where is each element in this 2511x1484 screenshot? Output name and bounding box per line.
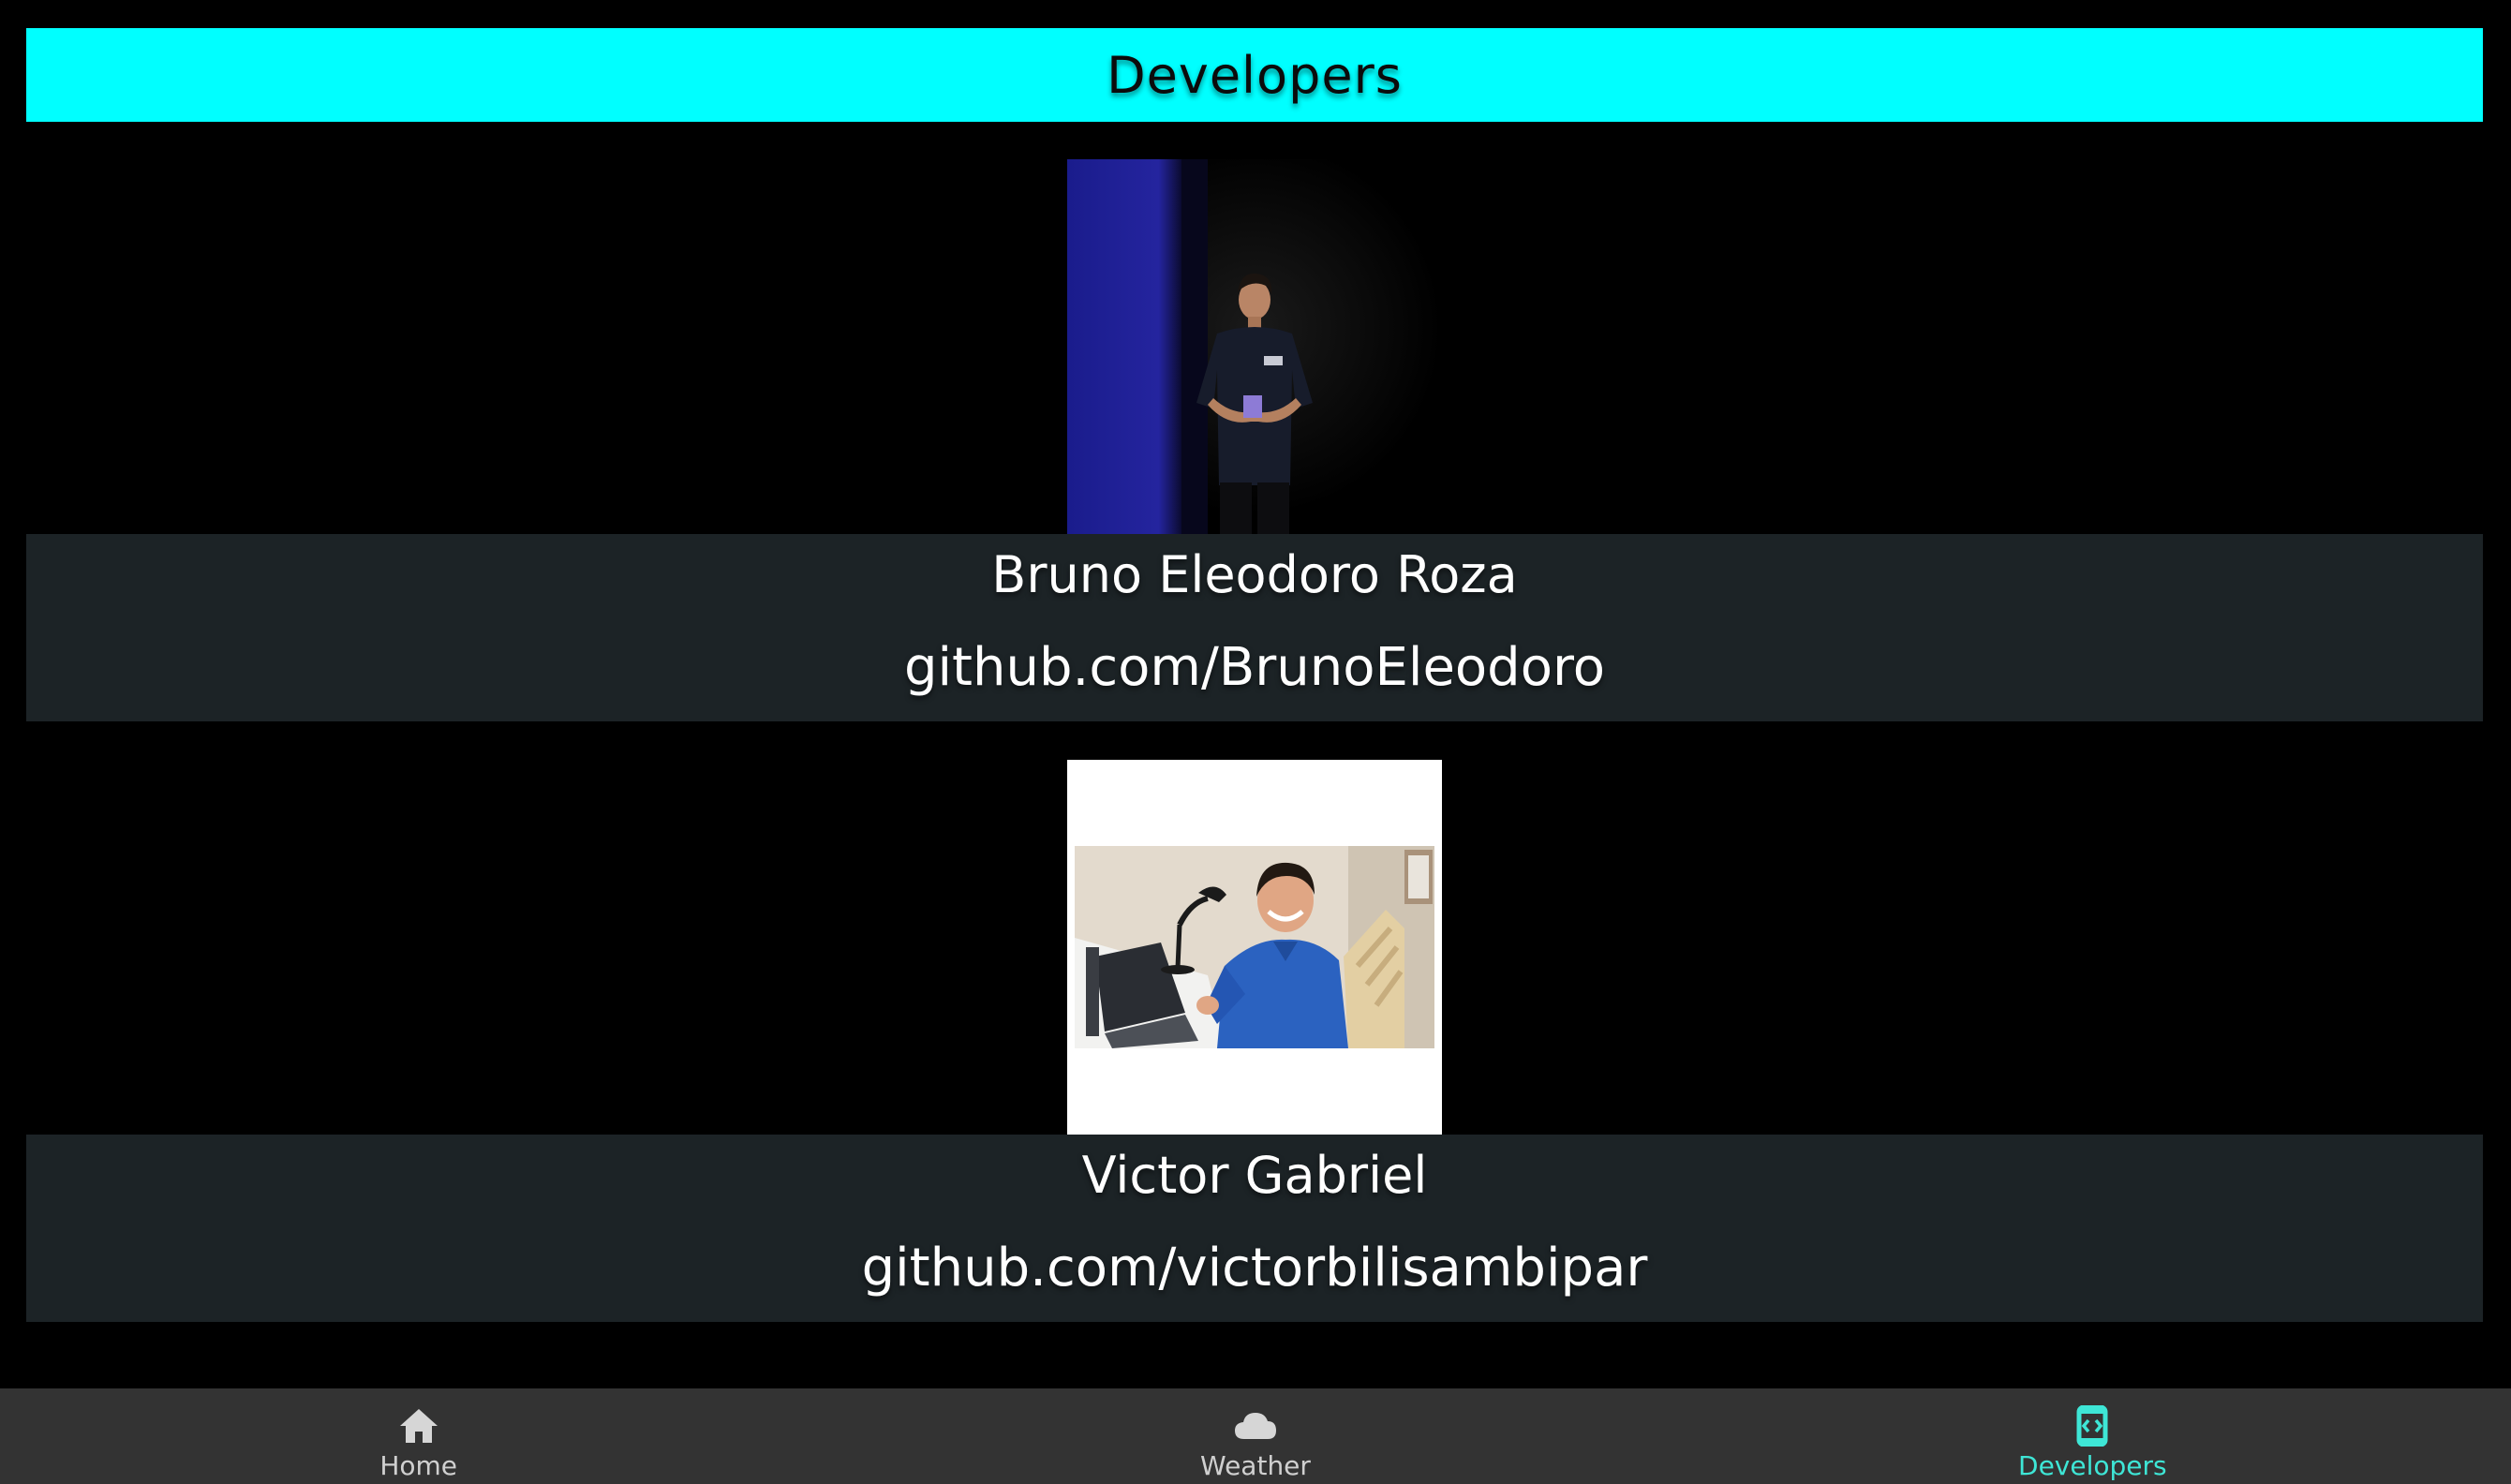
home-icon [399,1409,438,1443]
page-title: Developers [1107,45,1403,105]
tab-developers-label: Developers [2018,1450,2167,1481]
bottom-navigation: Home Weather Developers [0,1388,2511,1484]
tab-developers[interactable]: Developers [1674,1388,2511,1484]
cloud-icon [1234,1413,1276,1439]
header-bar: Developers [26,28,2483,122]
developer-github-link[interactable]: github.com/BrunoEleodoro [26,637,2483,698]
tab-weather-label: Weather [1200,1450,1311,1481]
desk-portrait-photo [1067,760,1442,1135]
tab-home[interactable]: Home [0,1388,837,1484]
developer-name: Bruno Eleodoro Roza [991,545,1518,604]
code-icon [2076,1405,2108,1447]
tab-weather[interactable]: Weather [837,1388,1673,1484]
tab-home-label: Home [379,1450,457,1481]
app-screen: Developers Bruno Eleodoro Roza github.co… [0,0,2511,1484]
developer-name: Victor Gabriel [1081,1146,1428,1205]
developer-card: Victor Gabriel github.com/victorbilisamb… [26,1135,2483,1322]
developer-github-link[interactable]: github.com/victorbilisambipar [26,1238,2483,1298]
stage-speaker-photo [1067,159,1442,534]
developer-photo [1067,159,1442,534]
developer-photo [1067,760,1442,1135]
developer-card: Bruno Eleodoro Roza github.com/BrunoEleo… [26,534,2483,721]
